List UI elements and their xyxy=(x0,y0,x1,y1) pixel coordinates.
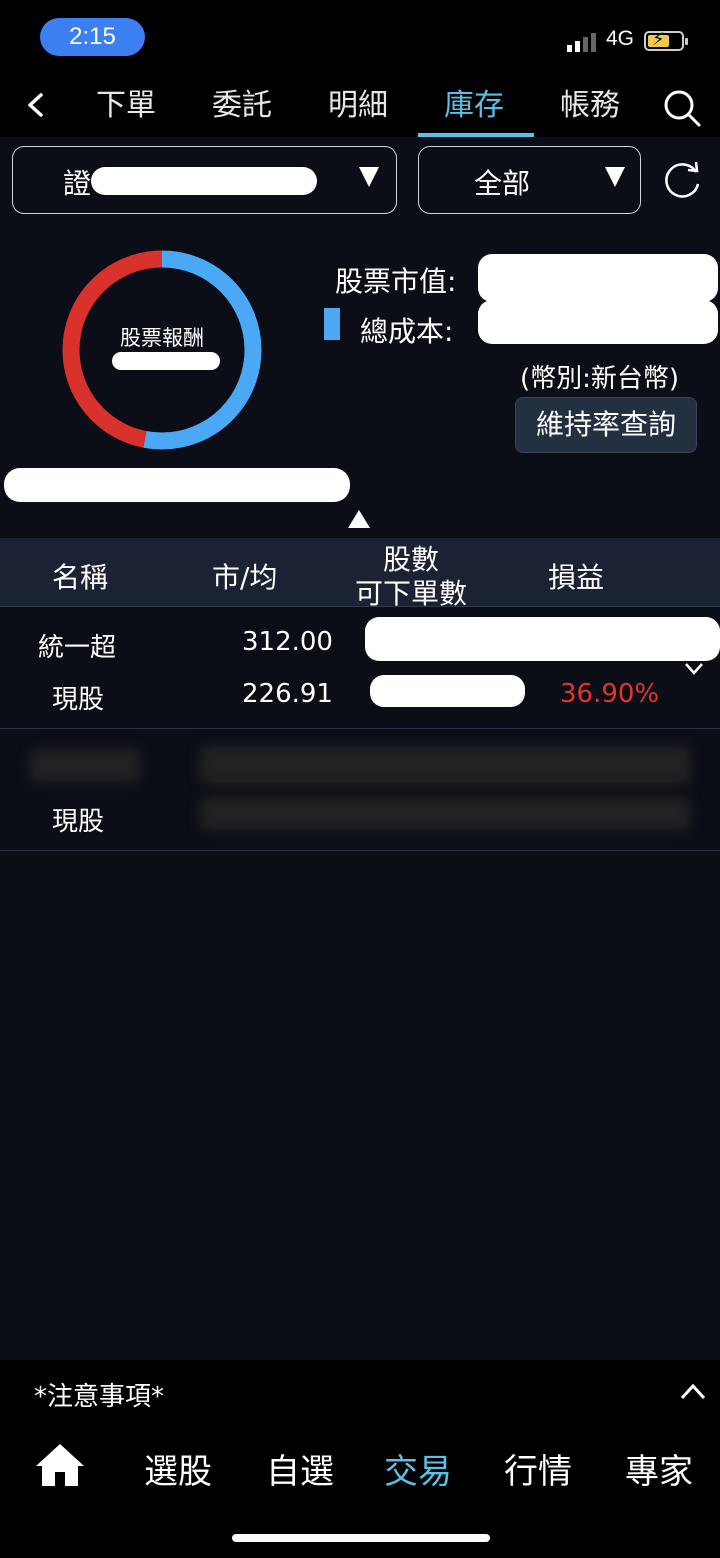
redacted-summary-line xyxy=(4,468,350,502)
back-icon[interactable] xyxy=(24,93,48,117)
redacted-row-values-2 xyxy=(200,797,690,831)
chevron-up-icon[interactable] xyxy=(680,1382,706,1402)
network-type: 4G xyxy=(606,27,635,50)
total-cost-label: 總成本: xyxy=(360,315,454,348)
table-row[interactable]: 現股 xyxy=(0,729,720,851)
col-price: 市/均 xyxy=(212,561,278,594)
redacted-return xyxy=(112,352,220,370)
account-select-label: 證 xyxy=(63,167,92,200)
market-price: 312.00 xyxy=(242,627,333,657)
collapse-summary-icon[interactable] xyxy=(348,510,370,528)
nav-experts[interactable]: 專家 xyxy=(625,1444,693,1493)
redacted-row-values xyxy=(200,745,690,785)
donut-label: 股票報酬 xyxy=(120,326,204,350)
stock-type: 現股 xyxy=(52,685,105,715)
redacted-account xyxy=(91,167,317,195)
category-select-label: 全部 xyxy=(474,167,531,200)
table-header: 名稱 市/均 股數 可下單數 損益 xyxy=(0,538,720,610)
col-pnl: 損益 xyxy=(548,561,605,594)
nav-stock-picker[interactable]: 選股 xyxy=(144,1444,212,1493)
home-indicator xyxy=(232,1534,490,1542)
redacted-shares xyxy=(365,617,720,661)
col-name: 名稱 xyxy=(52,561,109,594)
signal-icon xyxy=(567,32,596,52)
stock-value-label: 股票市值: xyxy=(335,265,457,298)
margin-query-button[interactable]: 維持率查詢 xyxy=(515,397,697,453)
notice-link[interactable]: *注意事項* xyxy=(34,1376,164,1413)
stock-name: 統一超 xyxy=(38,633,117,663)
redacted-total-cost xyxy=(478,300,718,344)
category-select[interactable]: 全部 xyxy=(418,146,641,214)
pnl-value: 36.90% xyxy=(560,679,660,709)
nav-quotes[interactable]: 行情 xyxy=(504,1444,572,1493)
tab-order[interactable]: 下單 xyxy=(96,86,156,126)
active-tab-indicator xyxy=(418,133,534,137)
status-time: 2:15 xyxy=(40,18,145,56)
chevron-down-icon xyxy=(605,167,625,187)
nav-trade[interactable]: 交易 xyxy=(384,1444,452,1493)
tab-entrust[interactable]: 委託 xyxy=(212,86,272,126)
tab-details[interactable]: 明細 xyxy=(328,86,388,126)
table-row[interactable]: 統一超 現股 312.00 226.91 36.90% xyxy=(0,607,720,729)
nav-watchlist[interactable]: 自選 xyxy=(266,1444,334,1493)
currency-note: (幣別:新台幣) xyxy=(520,364,680,394)
expand-row-icon[interactable] xyxy=(684,659,704,679)
refresh-icon[interactable] xyxy=(660,158,704,202)
col-orderable: 可下單數 xyxy=(355,577,468,610)
home-icon[interactable] xyxy=(34,1440,86,1488)
redacted-stock-value xyxy=(478,254,718,302)
tab-accounts[interactable]: 帳務 xyxy=(560,86,620,126)
tab-inventory[interactable]: 庫存 xyxy=(444,86,504,126)
cost-legend-swatch xyxy=(324,308,340,340)
avg-price: 226.91 xyxy=(242,679,333,709)
account-select[interactable]: 證 xyxy=(12,146,397,214)
battery-icon: ⚡ xyxy=(644,29,688,51)
search-icon[interactable] xyxy=(662,88,702,128)
redacted-orderable xyxy=(370,675,525,707)
redacted-stock-name xyxy=(30,749,140,783)
chevron-down-icon xyxy=(359,167,379,187)
stock-type: 現股 xyxy=(52,807,105,837)
